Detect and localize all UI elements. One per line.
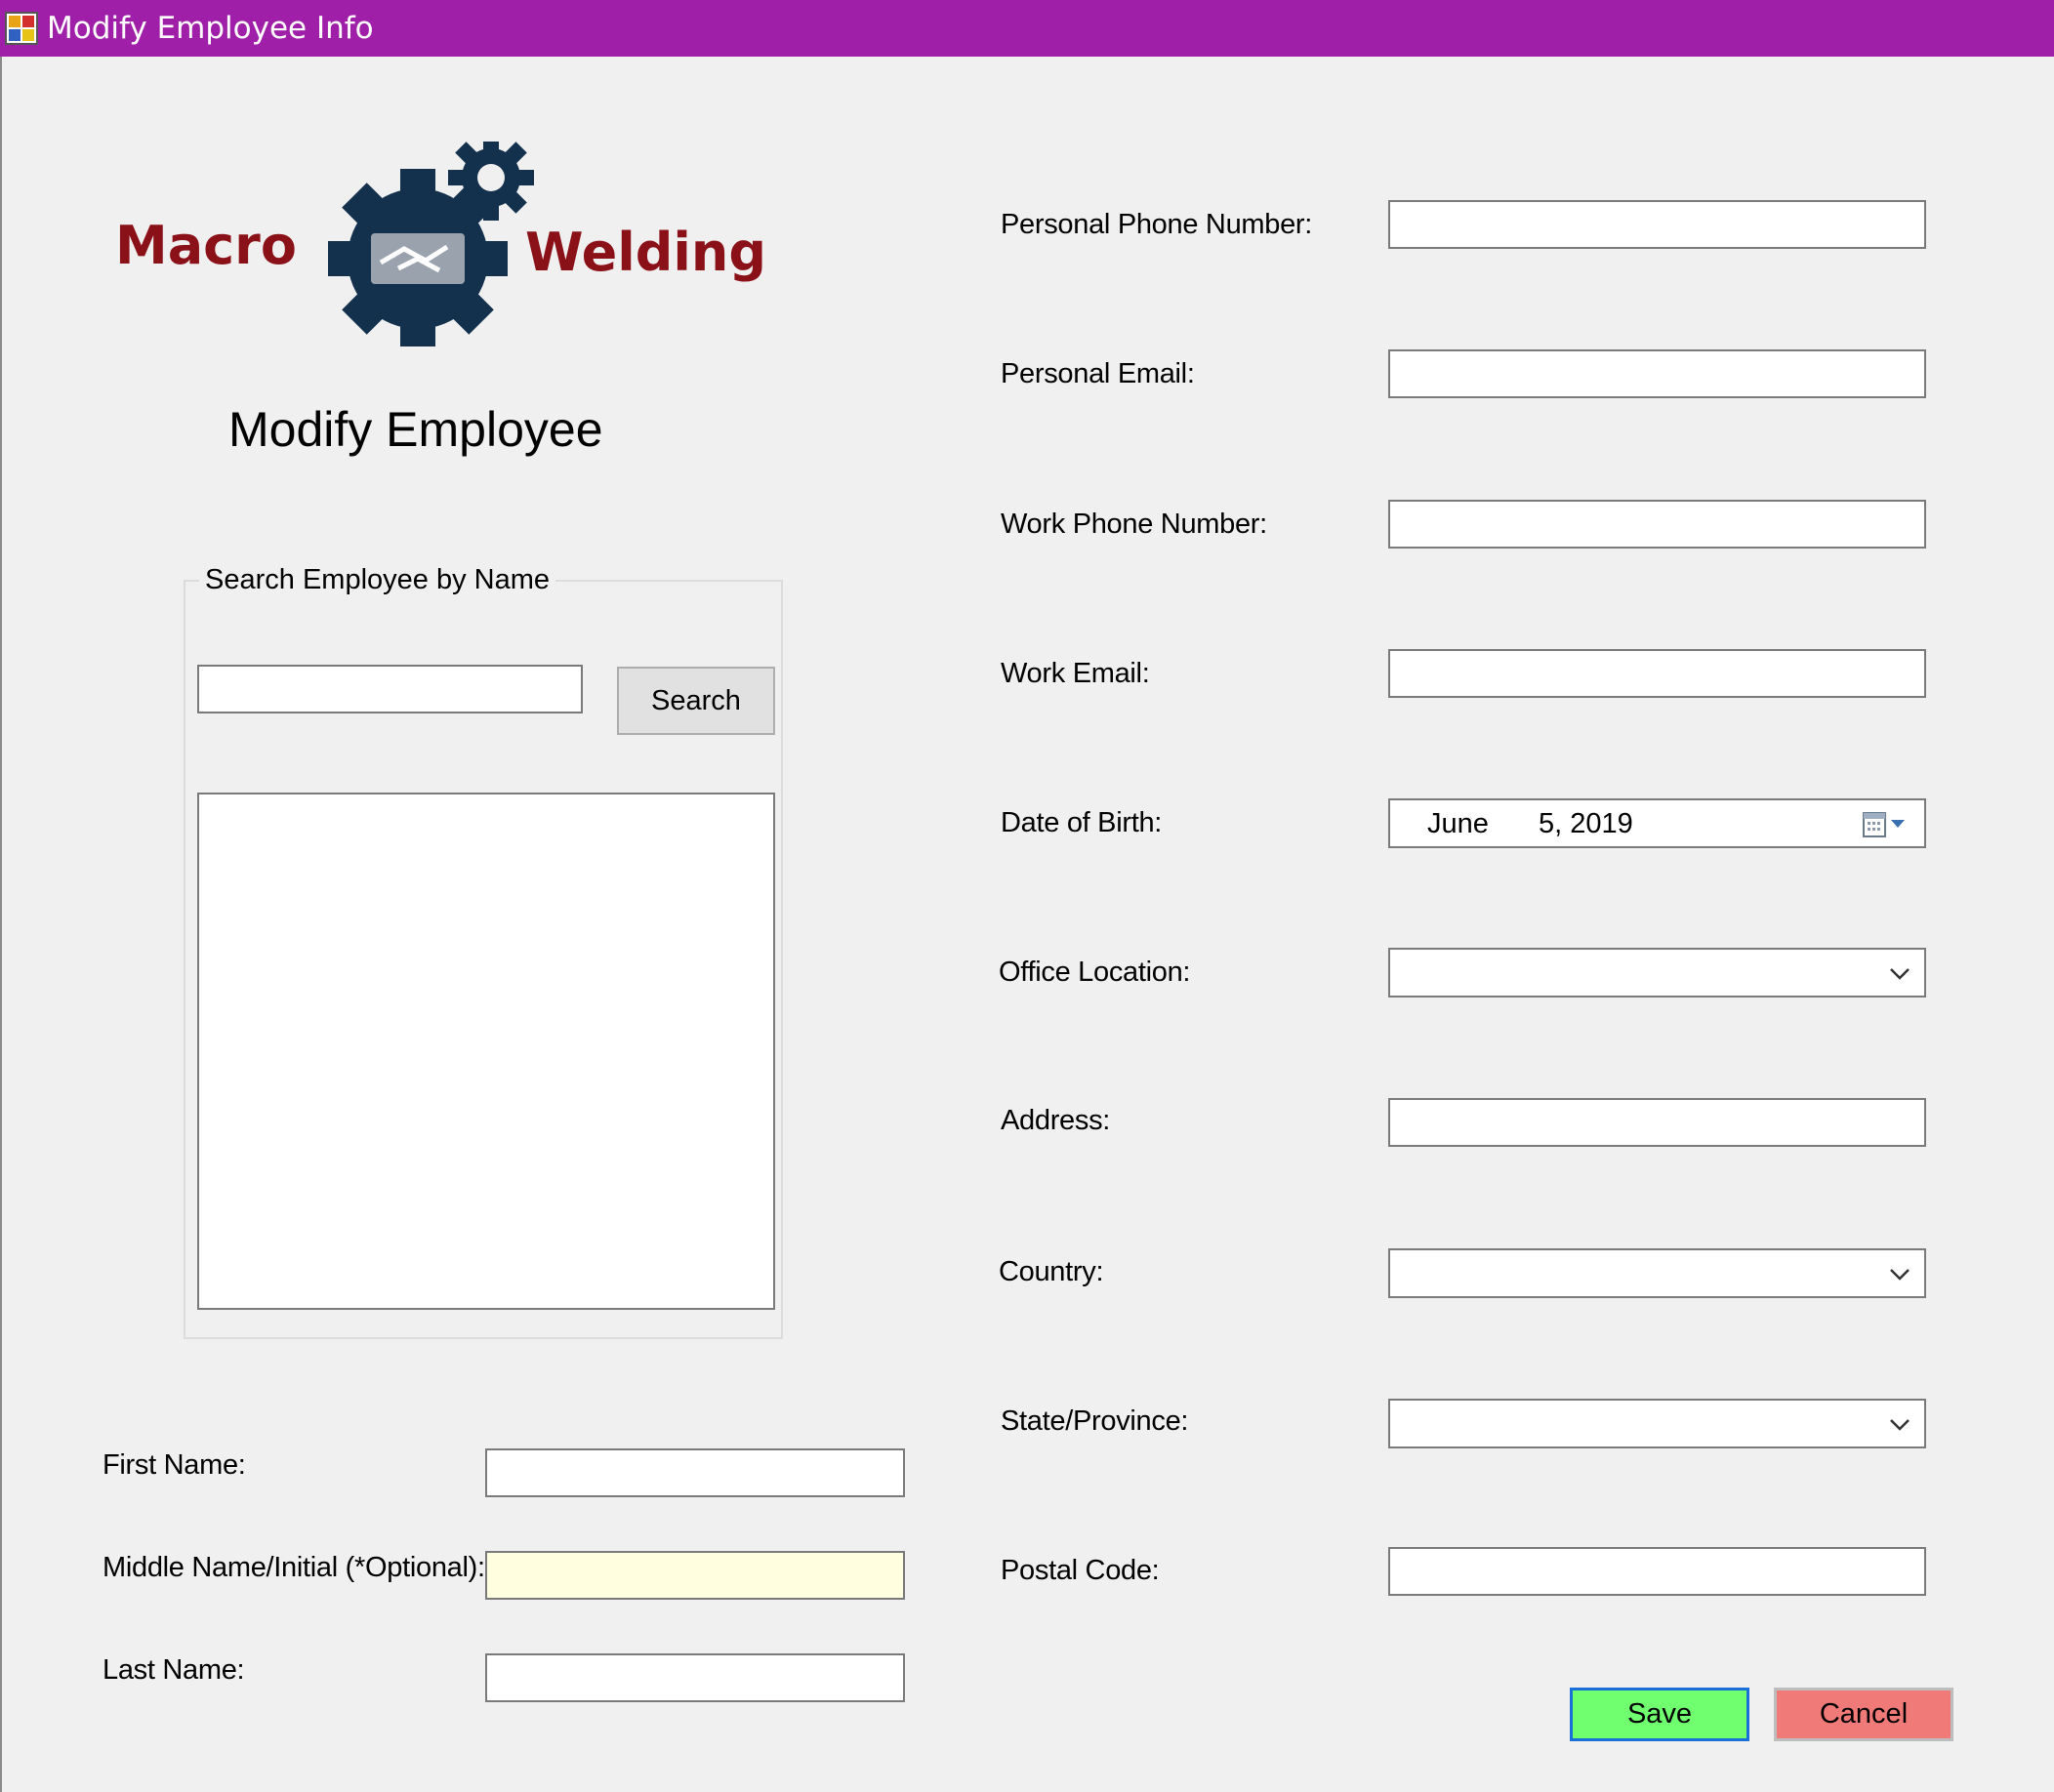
postal-code-label: Postal Code: <box>1001 1555 1160 1586</box>
country-combo[interactable] <box>1388 1248 1926 1298</box>
postal-code-input[interactable] <box>1390 1549 1924 1594</box>
first-name-input[interactable] <box>487 1450 903 1495</box>
personal-email-label: Personal Email: <box>1001 358 1195 389</box>
search-button[interactable]: Search <box>617 667 775 735</box>
cancel-button[interactable]: Cancel <box>1774 1688 1953 1741</box>
employee-results-list[interactable] <box>197 793 775 1310</box>
dob-label: Date of Birth: <box>1001 807 1163 838</box>
personal-phone-label: Personal Phone Number: <box>1001 209 1313 240</box>
dob-month[interactable]: June <box>1427 808 1489 840</box>
work-phone-field[interactable] <box>1388 500 1926 549</box>
work-email-input[interactable] <box>1390 651 1924 696</box>
dob-date-picker[interactable]: June 5, 2019 <box>1388 798 1926 848</box>
state-province-label: State/Province: <box>1001 1405 1189 1437</box>
page-title: Modify Employee <box>228 402 603 457</box>
first-name-label: First Name: <box>103 1449 246 1481</box>
office-location-combo[interactable] <box>1388 948 1926 998</box>
app-icon <box>5 12 38 45</box>
title-bar[interactable]: Modify Employee Info <box>0 0 2054 57</box>
personal-phone-field[interactable] <box>1388 200 1926 249</box>
logo-macro-text: Macro <box>115 215 297 276</box>
chevron-down-icon[interactable] <box>1887 960 1912 986</box>
work-phone-input[interactable] <box>1390 502 1924 547</box>
save-button[interactable]: Save <box>1570 1688 1749 1741</box>
postal-code-field[interactable] <box>1388 1547 1926 1596</box>
work-email-field[interactable] <box>1388 649 1926 698</box>
country-label: Country: <box>999 1256 1104 1287</box>
address-field[interactable] <box>1388 1098 1926 1147</box>
large-gear-icon <box>328 169 508 346</box>
first-name-field[interactable] <box>485 1448 905 1497</box>
last-name-label: Last Name: <box>103 1654 245 1686</box>
search-name-field[interactable] <box>197 665 583 713</box>
state-province-combo[interactable] <box>1388 1399 1926 1448</box>
personal-email-input[interactable] <box>1390 351 1924 396</box>
personal-phone-input[interactable] <box>1390 202 1924 247</box>
work-email-label: Work Email: <box>1001 658 1150 689</box>
chevron-down-icon[interactable] <box>1887 1261 1912 1286</box>
middle-name-label: Middle Name/Initial (*Optional): <box>103 1552 485 1583</box>
office-location-label: Office Location: <box>999 957 1191 988</box>
personal-email-field[interactable] <box>1388 349 1926 398</box>
dob-day-year[interactable]: 5, 2019 <box>1539 808 1633 840</box>
chevron-down-icon[interactable] <box>1887 1411 1912 1437</box>
last-name-field[interactable] <box>485 1653 905 1702</box>
window-title: Modify Employee Info <box>47 11 374 46</box>
address-input[interactable] <box>1390 1100 1924 1145</box>
search-name-input[interactable] <box>199 667 581 712</box>
address-label: Address: <box>1001 1105 1111 1136</box>
middle-name-input[interactable] <box>487 1553 903 1598</box>
calendar-dropdown-icon[interactable] <box>1862 810 1909 839</box>
logo-welding-text: Welding <box>525 222 766 283</box>
search-group-label: Search Employee by Name <box>199 563 555 596</box>
macro-welding-logo: Macro Welding <box>115 142 766 346</box>
work-phone-label: Work Phone Number: <box>1001 509 1267 540</box>
middle-name-field[interactable] <box>485 1551 905 1600</box>
last-name-input[interactable] <box>487 1655 903 1700</box>
